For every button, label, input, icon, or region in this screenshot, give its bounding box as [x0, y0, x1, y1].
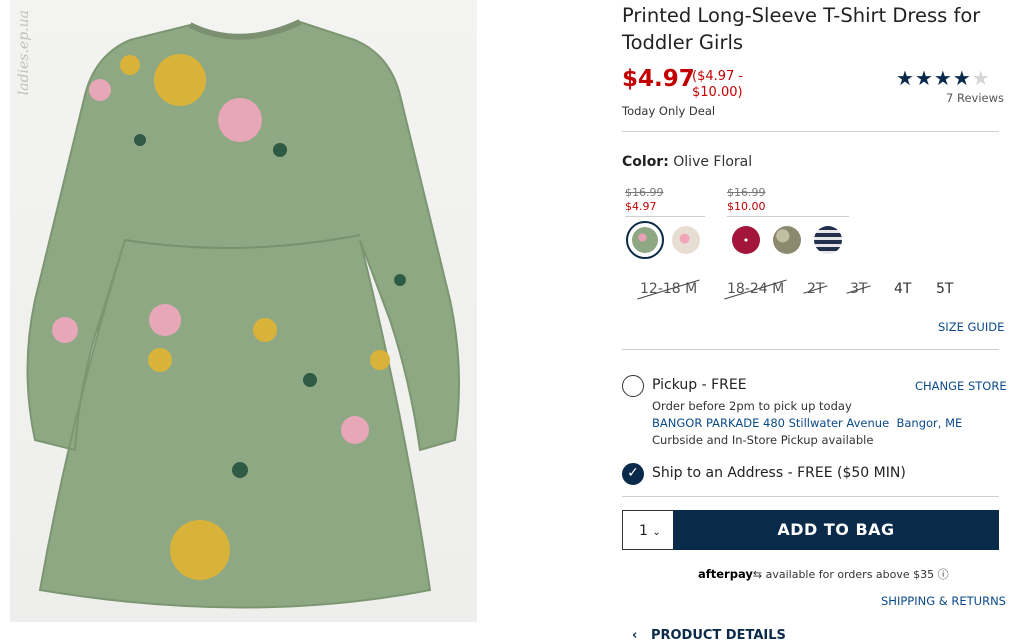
- price-group-2: $16.99 $10.00: [727, 186, 849, 217]
- quantity-select[interactable]: 1 ⌄: [622, 510, 674, 550]
- dress-illustration: [26, 19, 460, 609]
- chevron-down-icon: ⌄: [652, 527, 661, 538]
- afterpay-arrows-icon: ⇆: [752, 568, 763, 581]
- pickup-radio[interactable]: [622, 375, 644, 397]
- store-address-link[interactable]: BANGOR PARKADE 480 Stillwater Avenue Ban…: [652, 416, 962, 430]
- star-empty-icon: ★: [971, 66, 991, 90]
- group-sale-price: $10.00: [727, 200, 766, 213]
- add-to-bag-button[interactable]: ADD TO BAG: [673, 510, 999, 550]
- price-group-1: $16.99 $4.97: [625, 186, 705, 217]
- pickup-note: Order before 2pm to pick up today: [652, 399, 852, 413]
- ship-radio[interactable]: ✓: [622, 463, 644, 485]
- pickup-label: Pickup - FREE: [652, 377, 747, 393]
- price-range: ($4.97 - $10.00): [692, 69, 744, 100]
- rating-stars[interactable]: ★★★★★: [896, 66, 991, 90]
- color-value: Olive Floral: [673, 154, 753, 170]
- size-option[interactable]: 2T: [807, 281, 824, 297]
- size-option[interactable]: 3T: [850, 281, 867, 297]
- color-label: Color: Olive Floral: [622, 154, 752, 170]
- deal-label: Today Only Deal: [622, 104, 716, 118]
- original-price: $16.99: [625, 186, 664, 199]
- divider: [622, 349, 999, 350]
- product-title: Printed Long-Sleeve T-Shirt Dress for To…: [622, 4, 981, 54]
- star-icon: ★: [952, 66, 972, 90]
- group-sale-price: $4.97: [625, 200, 657, 213]
- size-option[interactable]: 12-18 M: [640, 281, 697, 297]
- pickup-availability: Curbside and In-Store Pickup available: [652, 433, 874, 447]
- size-option[interactable]: 5T: [936, 281, 953, 297]
- star-icon: ★: [896, 66, 915, 90]
- quantity-value: 1: [639, 523, 648, 539]
- afterpay-message: afterpay⇆ available for orders above $35…: [698, 566, 949, 582]
- change-store-link[interactable]: CHANGE STORE: [915, 379, 1007, 393]
- divider: [622, 131, 999, 132]
- info-icon[interactable]: ⓘ: [938, 568, 949, 581]
- star-icon: ★: [933, 66, 953, 90]
- color-label-key: Color:: [622, 154, 669, 170]
- reviews-link[interactable]: 7 Reviews: [946, 91, 1004, 105]
- watermark: ladies.ep.ua: [16, 10, 32, 96]
- afterpay-logo: afterpay: [698, 567, 753, 581]
- afterpay-text: available for orders above $35: [765, 568, 935, 581]
- swatch-red-dot[interactable]: [732, 226, 760, 254]
- divider: [622, 496, 999, 497]
- sale-price: $4.97: [622, 66, 695, 92]
- store-name: BANGOR PARKADE 480 Stillwater Avenue: [652, 416, 890, 430]
- size-guide-link[interactable]: SIZE GUIDE: [938, 320, 1004, 334]
- swatch-camo[interactable]: [773, 226, 801, 254]
- star-icon: ★: [914, 66, 934, 90]
- check-icon: ✓: [627, 465, 639, 481]
- swatch-olive-floral-fill: [632, 227, 658, 253]
- product-image[interactable]: ladies.ep.ua: [10, 0, 477, 622]
- ship-label: Ship to an Address - FREE ($50 MIN): [652, 465, 906, 481]
- shipping-returns-link[interactable]: SHIPPING & RETURNS: [881, 594, 1006, 608]
- swatch-navy-stripe[interactable]: [814, 226, 842, 254]
- original-price: $16.99: [727, 186, 766, 199]
- swatch-olive-floral[interactable]: [626, 221, 664, 259]
- size-option[interactable]: 18-24 M: [727, 281, 784, 297]
- store-city: Bangor, ME: [896, 416, 963, 430]
- group-underline: [727, 216, 849, 217]
- group-underline: [625, 216, 705, 217]
- swatch-light-floral[interactable]: [672, 226, 700, 254]
- size-option[interactable]: 4T: [894, 281, 911, 297]
